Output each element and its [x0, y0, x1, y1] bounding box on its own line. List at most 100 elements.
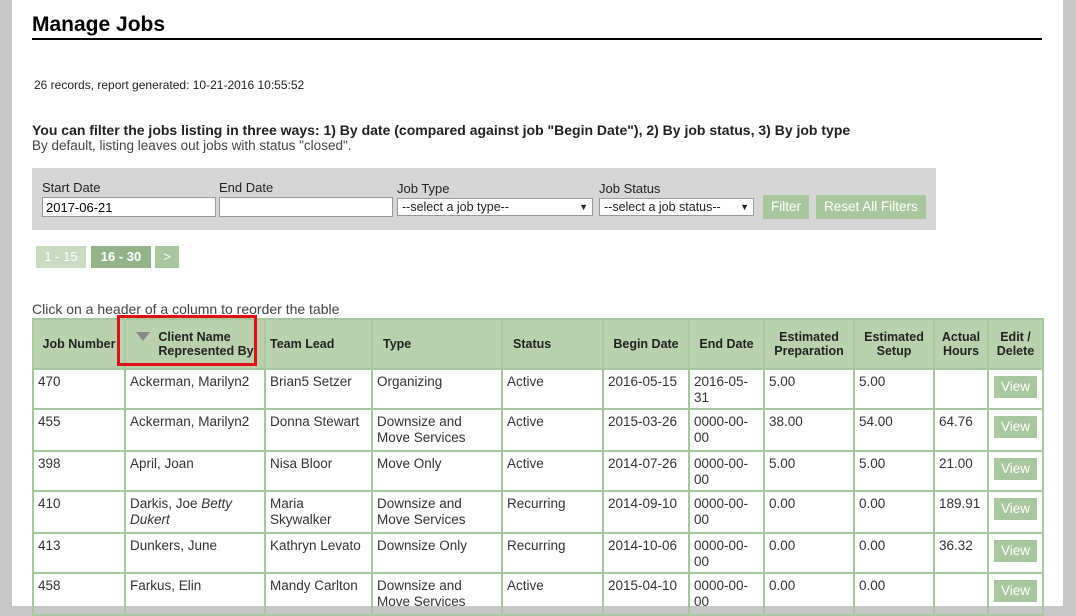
view-button[interactable]: View: [993, 458, 1038, 480]
next-page-button[interactable]: >: [155, 246, 179, 268]
cell-actual-hours: [933, 368, 989, 410]
table-hint: Click on a header of a column to reorder…: [32, 301, 340, 317]
job-type-select-value: --select a job type--: [402, 200, 509, 214]
cell-type: Downsize Only: [371, 532, 503, 574]
cell-end-date: 0000-00-00: [688, 408, 765, 452]
client-name: April, Joan: [130, 456, 194, 471]
page: Manage Jobs 26 records, report generated…: [12, 0, 1063, 616]
header-estimated-preparation[interactable]: Estimated Preparation: [763, 318, 855, 370]
job-type-label: Job Type: [397, 181, 450, 196]
page-link-16-30[interactable]: 16 - 30: [91, 246, 151, 268]
cell-begin-date: 2014-09-10: [602, 490, 690, 534]
cell-edit: View: [987, 450, 1044, 492]
cell-est-prep: 0.00: [763, 532, 855, 574]
page-title: Manage Jobs: [32, 12, 1042, 40]
header-job-number[interactable]: Job Number: [32, 318, 126, 370]
header-estimated-setup[interactable]: Estimated Setup: [853, 318, 935, 370]
cell-edit: View: [987, 368, 1044, 410]
header-status[interactable]: Status: [501, 318, 604, 370]
cell-actual-hours: 64.76: [933, 408, 989, 452]
start-date-input[interactable]: [42, 197, 216, 217]
header-team-lead[interactable]: Team Lead: [264, 318, 373, 370]
cell-begin-date: 2014-07-26: [602, 450, 690, 492]
filter-info-line2: By default, listing leaves out jobs with…: [32, 138, 352, 153]
table-row: 413 Dunkers, June Kathryn Levato Downsiz…: [32, 532, 1044, 574]
cell-begin-date: 2014-10-06: [602, 532, 690, 574]
view-button[interactable]: View: [993, 376, 1038, 398]
sort-descending-icon: [136, 332, 151, 341]
job-status-group: Job Status --select a job status-- ▼: [599, 181, 754, 216]
cell-est-setup: 5.00: [853, 368, 935, 410]
cell-status: Active: [501, 408, 604, 452]
filter-button[interactable]: Filter: [763, 195, 809, 219]
header-begin-date[interactable]: Begin Date: [602, 318, 690, 370]
job-type-group: Job Type --select a job type-- ▼: [397, 181, 593, 216]
jobs-table: Job Number Client Name Represented By Te…: [32, 318, 1044, 616]
cell-team-lead: Mandy Carlton: [264, 572, 373, 616]
view-button[interactable]: View: [993, 580, 1038, 602]
table-row: 410 Darkis, Joe Betty Dukert Maria Skywa…: [32, 490, 1044, 534]
cell-est-prep: 5.00: [763, 450, 855, 492]
job-status-select[interactable]: --select a job status-- ▼: [599, 198, 754, 216]
cell-est-prep: 0.00: [763, 572, 855, 616]
end-date-input[interactable]: [219, 197, 393, 217]
view-button[interactable]: View: [993, 498, 1038, 520]
job-status-label: Job Status: [599, 181, 661, 196]
cell-begin-date: 2015-04-10: [602, 572, 690, 616]
header-est-prep-2: Preparation: [774, 344, 844, 358]
cell-job-number: 410: [32, 490, 126, 534]
cell-end-date: 2016-05-31: [688, 368, 765, 410]
cell-edit: View: [987, 572, 1044, 616]
cell-edit: View: [987, 408, 1044, 452]
job-type-select[interactable]: --select a job type-- ▼: [397, 198, 593, 216]
client-name: Ackerman, Marilyn2: [130, 374, 250, 389]
header-edit-delete: Edit / Delete: [987, 318, 1044, 370]
cell-team-lead: Donna Stewart: [264, 408, 373, 452]
cell-est-setup: 0.00: [853, 490, 935, 534]
table-row: 458 Farkus, Elin Mandy Carlton Downsize …: [32, 572, 1044, 616]
cell-job-number: 398: [32, 450, 126, 492]
cell-begin-date: 2016-05-15: [602, 368, 690, 410]
client-name: Ackerman, Marilyn2: [130, 414, 250, 429]
page-link-1-15[interactable]: 1 - 15: [36, 246, 86, 268]
cell-est-setup: 54.00: [853, 408, 935, 452]
header-est-setup-1: Estimated: [864, 330, 924, 344]
client-name: Darkis, Joe: [130, 496, 202, 511]
cell-est-setup: 5.00: [853, 450, 935, 492]
cell-end-date: 0000-00-00: [688, 450, 765, 492]
cell-team-lead: Brian5 Setzer: [264, 368, 373, 410]
header-actual-2: Hours: [942, 344, 980, 358]
filter-info-line1: You can filter the jobs listing in three…: [32, 122, 851, 138]
view-button[interactable]: View: [993, 540, 1038, 562]
cell-est-prep: 5.00: [763, 368, 855, 410]
cell-est-prep: 0.00: [763, 490, 855, 534]
header-actual-hours[interactable]: Actual Hours: [933, 318, 989, 370]
view-button[interactable]: View: [993, 416, 1038, 438]
header-client-name[interactable]: Client Name Represented By: [124, 318, 266, 370]
client-name: Dunkers, June: [130, 538, 218, 553]
cell-client: Ackerman, Marilyn2: [124, 408, 266, 452]
header-est-setup-2: Setup: [876, 344, 912, 358]
reset-filters-button[interactable]: Reset All Filters: [816, 195, 926, 219]
table-row: 455 Ackerman, Marilyn2 Donna Stewart Dow…: [32, 408, 1044, 452]
table-row: 398 April, Joan Nisa Bloor Move Only Act…: [32, 450, 1044, 492]
cell-status: Active: [501, 572, 604, 616]
table-header-row: Job Number Client Name Represented By Te…: [32, 318, 1044, 370]
cell-type: Move Only: [371, 450, 503, 492]
header-type[interactable]: Type: [371, 318, 503, 370]
cell-job-number: 470: [32, 368, 126, 410]
cell-est-setup: 0.00: [853, 572, 935, 616]
start-date-group: Start Date: [42, 180, 216, 217]
cell-type: Downsize and Move Services: [371, 408, 503, 452]
cell-type: Downsize and Move Services: [371, 572, 503, 616]
header-edit-2: Delete: [996, 344, 1035, 358]
end-date-label: End Date: [219, 180, 274, 195]
header-end-date[interactable]: End Date: [688, 318, 765, 370]
client-name: Farkus, Elin: [130, 578, 202, 593]
chevron-down-icon: ▼: [740, 202, 749, 212]
filter-info: You can filter the jobs listing in three…: [32, 122, 850, 153]
cell-type: Organizing: [371, 368, 503, 410]
end-date-group: End Date: [219, 180, 393, 217]
cell-team-lead: Kathryn Levato: [264, 532, 373, 574]
cell-actual-hours: [933, 572, 989, 616]
